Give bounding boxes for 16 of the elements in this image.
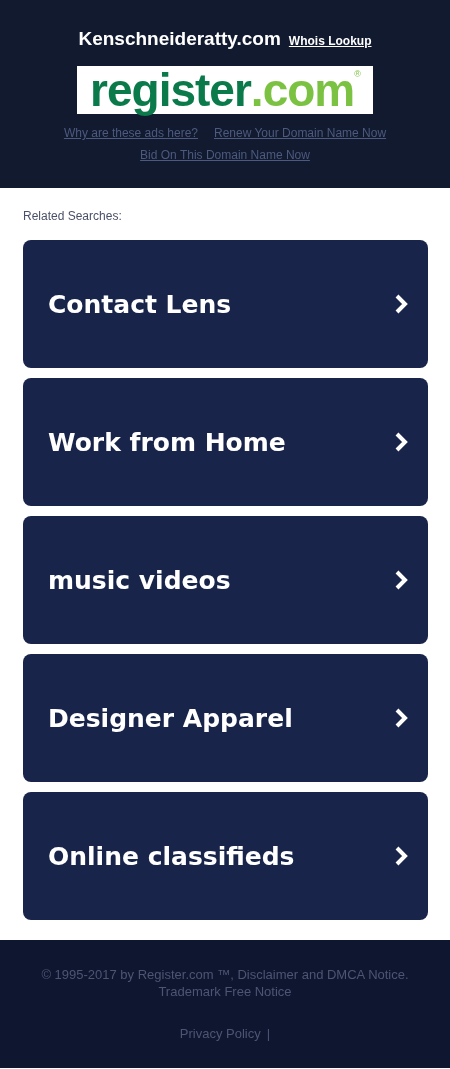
logo: register.com$^{®}$	[77, 66, 373, 114]
chevron-icon	[394, 431, 408, 453]
chevron-icon	[394, 845, 408, 867]
search-card[interactable]: Designer Apparel	[23, 654, 428, 782]
copyright-text: © 1995-2017 by Register.com ™, Disclaimer and DMCA Notice. Trademark Free Notice	[40, 966, 410, 1000]
search-card[interactable]: Online classifieds	[23, 792, 428, 920]
section-title: Related Searches:	[23, 209, 123, 223]
search-card[interactable]: music videos	[23, 516, 428, 644]
domain-title: Kenschneideratty.com	[78, 28, 281, 50]
chevron-icon	[394, 707, 408, 729]
chevron-icon	[394, 569, 408, 591]
chevron-icon	[394, 293, 408, 315]
search-card[interactable]: Work from Home	[23, 378, 428, 506]
search-card[interactable]: Contact Lens	[23, 240, 428, 368]
separator: |	[266, 1026, 271, 1041]
whois-link[interactable]: Whois Lookup	[288, 34, 372, 48]
